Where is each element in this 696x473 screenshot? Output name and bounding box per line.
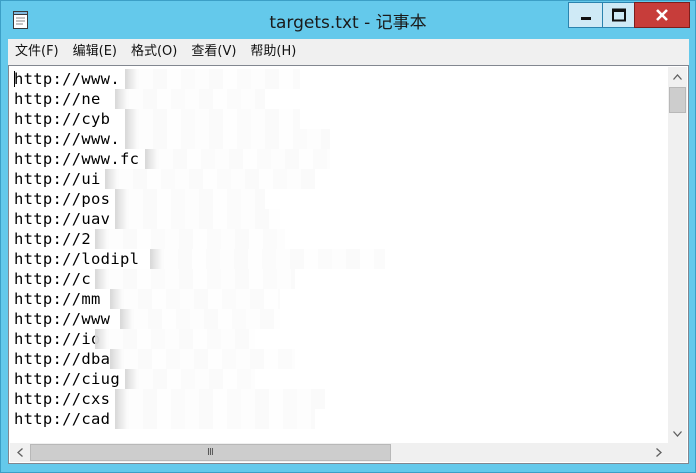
menu-edit[interactable]: 编辑(E) (66, 41, 124, 63)
scroll-grip-icon: Ⅲ (207, 447, 214, 458)
text-line: http://mm (14, 290, 101, 308)
scroll-right-button[interactable] (649, 443, 668, 462)
text-line: http://ui (14, 170, 101, 188)
vertical-scrollbar[interactable] (668, 67, 687, 443)
text-editor[interactable]: http://www. http://ne http://cyb http://… (8, 65, 689, 464)
text-line: http://ne (14, 90, 101, 108)
redaction-block (115, 189, 265, 209)
close-icon (656, 9, 668, 21)
redaction-block (105, 169, 315, 189)
text-line: http://io (14, 330, 101, 348)
title-bar[interactable]: targets.txt - 记事本 (1, 1, 695, 39)
text-line: http://2 (14, 230, 92, 248)
scroll-down-button[interactable] (668, 424, 687, 443)
text-line: http://c (14, 270, 92, 288)
text-line: http://cxs (14, 390, 111, 408)
menu-file[interactable]: 文件(F) (8, 41, 66, 63)
redaction-block (95, 329, 255, 349)
scroll-up-button[interactable] (668, 67, 687, 86)
redaction-block (125, 69, 300, 89)
horizontal-scroll-thumb[interactable]: Ⅲ (30, 444, 391, 461)
vertical-scroll-thumb[interactable] (669, 87, 686, 113)
text-line: http://uav (14, 210, 111, 228)
redaction-block (115, 209, 280, 229)
redaction-block (110, 289, 280, 309)
text-line: http://cad (14, 410, 111, 428)
scrollbar-corner (668, 443, 687, 462)
text-line: http://www.fc (14, 150, 140, 168)
text-line: http://www (14, 310, 111, 328)
redaction-block (120, 309, 280, 329)
text-line: http://www. (14, 70, 120, 88)
redaction-block (115, 389, 325, 409)
chevron-down-icon (673, 430, 682, 437)
minimize-icon (580, 17, 591, 20)
redaction-block (125, 109, 300, 129)
text-line: http://dba (14, 350, 111, 368)
menu-format[interactable]: 格式(O) (124, 41, 184, 63)
redaction-block (115, 89, 265, 109)
redaction-block (125, 369, 255, 389)
redaction-block (125, 129, 330, 149)
text-line: http://ciug (14, 370, 120, 388)
notepad-window: targets.txt - 记事本 文件(F) 编辑(E) 格式(O) 查看(V… (0, 0, 696, 473)
redaction-block (145, 149, 330, 169)
menu-bar: 文件(F) 编辑(E) 格式(O) 查看(V) 帮助(H) (8, 39, 689, 65)
chevron-left-icon (16, 448, 23, 457)
text-line: http://pos (14, 190, 111, 208)
minimize-button[interactable] (568, 2, 603, 28)
redaction-block (95, 269, 295, 289)
redaction-block (110, 349, 295, 369)
text-line: http://lodipl (14, 250, 140, 268)
chevron-right-icon (655, 448, 662, 457)
scroll-left-button[interactable] (10, 443, 29, 462)
redaction-block (150, 249, 385, 269)
maximize-icon (611, 8, 626, 22)
text-line: http://cyb (14, 110, 111, 128)
text-area[interactable]: http://www. http://ne http://cyb http://… (10, 67, 668, 443)
text-caret (14, 71, 15, 87)
menu-help[interactable]: 帮助(H) (243, 41, 303, 63)
menu-view[interactable]: 查看(V) (184, 41, 243, 63)
horizontal-scrollbar[interactable]: Ⅲ (10, 443, 668, 462)
maximize-button[interactable] (602, 2, 635, 28)
redaction-block (115, 409, 315, 429)
chevron-up-icon (673, 73, 682, 80)
redaction-block (95, 229, 285, 249)
text-line: http://www. (14, 130, 120, 148)
close-button[interactable] (634, 2, 690, 28)
